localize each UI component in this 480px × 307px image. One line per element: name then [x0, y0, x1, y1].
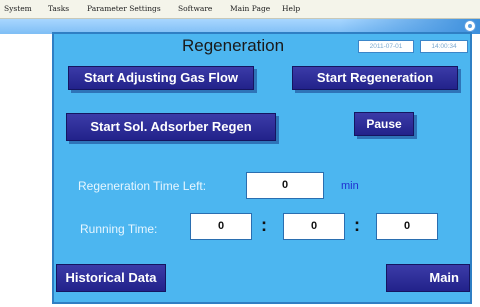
time-display: 14:00:34: [420, 40, 468, 53]
historical-data-button[interactable]: Historical Data: [56, 264, 166, 292]
date-display: 2011-07-01: [358, 40, 414, 53]
time-separator: :: [261, 215, 267, 235]
regen-time-left-field[interactable]: 0: [246, 172, 324, 199]
regen-time-left-label: Regeneration Time Left:: [78, 179, 207, 193]
menu-bar: System Tasks Parameter Settings Software…: [0, 0, 480, 19]
status-circle-icon: [464, 20, 476, 32]
running-time-seconds-field[interactable]: 0: [376, 213, 438, 240]
menu-help[interactable]: Help: [282, 4, 300, 13]
pause-button[interactable]: Pause: [354, 112, 414, 136]
regen-time-unit: min: [341, 180, 359, 192]
menu-parameter-settings[interactable]: Parameter Settings: [87, 4, 161, 13]
running-time-hours-field[interactable]: 0: [190, 213, 252, 240]
menu-system[interactable]: System: [4, 4, 32, 13]
running-time-label: Running Time:: [80, 222, 158, 236]
menu-tasks[interactable]: Tasks: [48, 4, 69, 13]
page-title: Regeneration: [182, 36, 285, 55]
time-separator: :: [354, 215, 360, 235]
menu-software[interactable]: Software: [178, 4, 212, 13]
running-time-minutes-field[interactable]: 0: [283, 213, 345, 240]
start-regeneration-button[interactable]: Start Regeneration: [292, 66, 458, 90]
start-adjusting-gas-flow-button[interactable]: Start Adjusting Gas Flow: [68, 66, 254, 90]
main-button[interactable]: Main: [386, 264, 470, 292]
start-sol-adsorber-regen-button[interactable]: Start Sol. Adsorber Regen: [66, 113, 276, 141]
menu-main-page[interactable]: Main Page: [230, 4, 270, 13]
